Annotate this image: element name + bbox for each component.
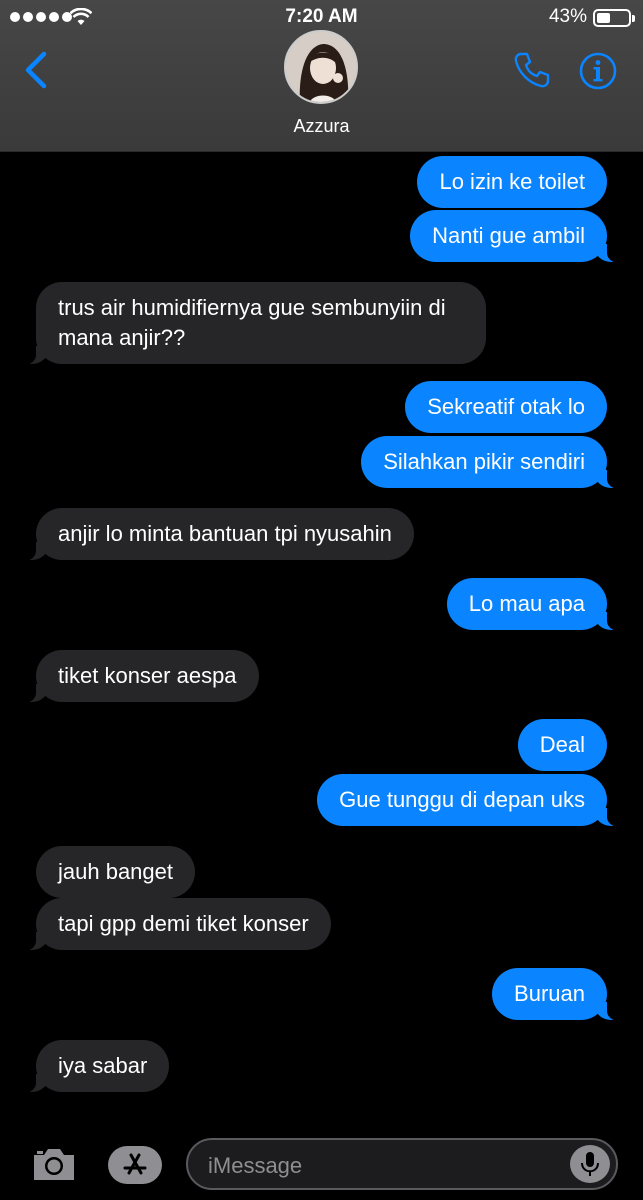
app-store-button[interactable] xyxy=(108,1146,162,1184)
info-icon[interactable] xyxy=(578,51,618,91)
outgoing-message[interactable]: Lo izin ke toilet xyxy=(417,156,607,208)
incoming-message[interactable]: iya sabar xyxy=(21,1040,170,1093)
incoming-message[interactable]: tiket konser aespa xyxy=(22,650,259,703)
microphone-button[interactable] xyxy=(570,1145,610,1183)
message-composer xyxy=(0,1128,643,1200)
camera-icon[interactable] xyxy=(30,1144,78,1184)
outgoing-message[interactable]: Lo mau apa xyxy=(446,578,622,631)
message-list[interactable]: Lo izin ke toilet Nanti gue ambil trus a… xyxy=(0,152,643,1118)
outgoing-message[interactable]: Deal xyxy=(517,719,607,771)
incoming-message[interactable]: anjir lo minta bantuan tpi nyusahin xyxy=(22,508,414,561)
outgoing-message[interactable]: Sekreatif otak lo xyxy=(405,381,607,433)
battery-icon xyxy=(593,9,635,27)
message-input[interactable] xyxy=(208,1152,568,1180)
chevron-left-icon[interactable] xyxy=(18,50,54,90)
app-store-icon xyxy=(123,1153,147,1175)
incoming-message[interactable]: jauh banget xyxy=(36,846,195,898)
outgoing-message[interactable]: Silahkan pikir sendiri xyxy=(361,436,621,489)
microphone-icon xyxy=(581,1152,599,1176)
incoming-message[interactable]: tapi gpp demi tiket konser xyxy=(22,898,331,951)
avatar[interactable] xyxy=(284,30,358,104)
avatar-photo xyxy=(286,32,356,102)
message-input-container[interactable] xyxy=(186,1138,618,1190)
battery-level xyxy=(597,13,610,23)
contact-name[interactable]: Azzura xyxy=(0,116,643,137)
outgoing-message[interactable]: Buruan xyxy=(492,968,621,1021)
battery-percent: 43% xyxy=(548,6,587,27)
conversation-header: 7:20 AM 43% Azzura xyxy=(0,0,643,152)
phone-icon[interactable] xyxy=(512,50,552,90)
outgoing-message[interactable]: Nanti gue ambil xyxy=(410,210,621,263)
outgoing-message[interactable]: Gue tunggu di depan uks xyxy=(317,774,621,827)
incoming-message[interactable]: trus air humidifiernya gue sembunyiin di… xyxy=(22,282,486,365)
status-time: 7:20 AM xyxy=(285,6,358,27)
